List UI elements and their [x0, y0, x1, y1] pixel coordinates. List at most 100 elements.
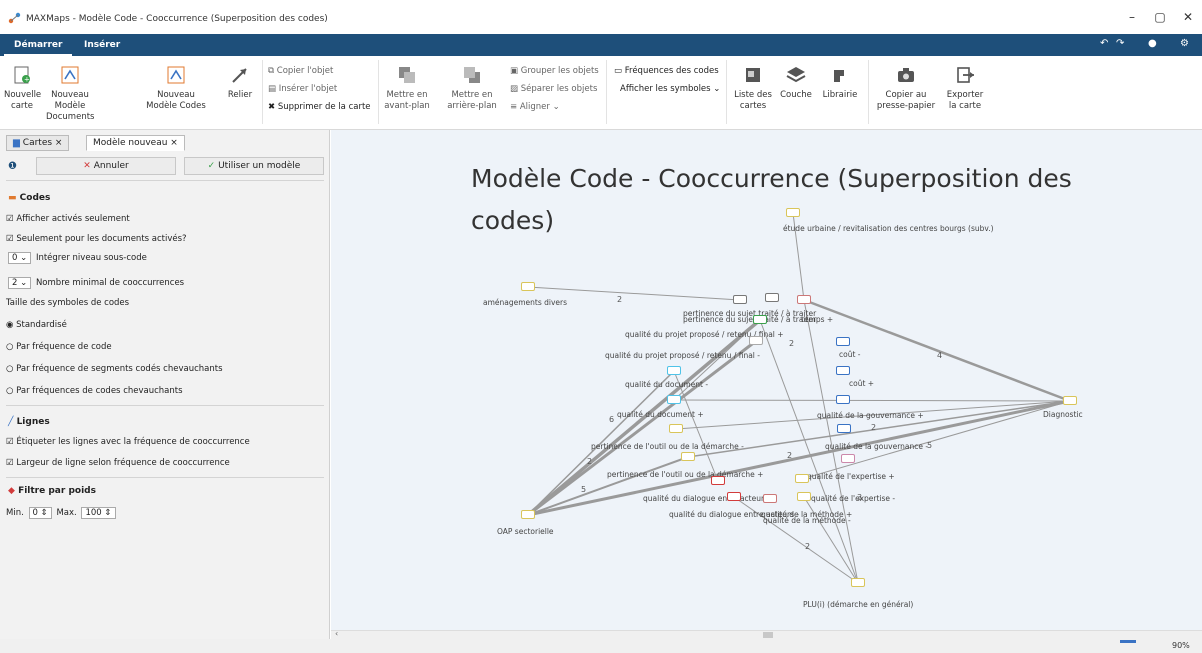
code-node-icon[interactable]	[797, 492, 811, 501]
code-node-icon[interactable]	[836, 395, 850, 404]
copy-clipboard-button[interactable]: Copier au presse-papier	[876, 64, 936, 112]
use-template-button[interactable]: ✓ Utiliser un modèle	[184, 157, 324, 175]
zoom-slider[interactable]	[1120, 640, 1136, 643]
code-frequency-radio[interactable]: ○ Par fréquence de code	[6, 342, 112, 352]
map-list-label: Liste des cartes	[734, 90, 772, 111]
layer-button[interactable]: Couche	[778, 64, 814, 101]
help-icon[interactable]: ●	[1148, 38, 1157, 49]
code-node-label[interactable]: qualité de la gouvernance +	[817, 411, 924, 420]
code-node-icon[interactable]	[786, 208, 800, 217]
close-button[interactable]: ✕	[1180, 10, 1196, 24]
code-node-label[interactable]: qualité de l'expertise -	[811, 494, 895, 503]
minimize-button[interactable]: –	[1124, 10, 1140, 24]
code-node-icon[interactable]	[795, 474, 809, 483]
code-node-label[interactable]: pertinence de l'outil ou de la démarche …	[591, 442, 744, 451]
info-icon[interactable]: ❶	[8, 161, 17, 172]
use-template-label: Utiliser un modèle	[218, 161, 301, 171]
code-node-label[interactable]: coût +	[849, 379, 874, 388]
code-node-icon[interactable]	[836, 366, 850, 375]
export-map-button[interactable]: Exporter la carte	[942, 64, 988, 112]
tab-inserer[interactable]: Insérer	[74, 37, 130, 56]
code-node-label[interactable]: qualité du document +	[617, 410, 704, 419]
min-weight-spinner[interactable]: 0 ⇕	[28, 507, 52, 519]
overlap-segments-radio[interactable]: ○ Par fréquence de segments codés chevau…	[6, 364, 223, 374]
code-node-icon[interactable]	[836, 337, 850, 346]
ungroup-objects-button[interactable]: ▨ Séparer les objets	[510, 84, 597, 94]
library-button[interactable]: Librairie	[818, 64, 862, 101]
code-node-icon[interactable]	[667, 395, 681, 404]
symbol-size-label: Taille des symboles de codes	[6, 298, 130, 308]
code-node-icon[interactable]	[851, 578, 865, 587]
tab-modele-nouveau[interactable]: Modèle nouveau ×	[86, 135, 185, 151]
undo-icon[interactable]: ↶	[1100, 38, 1108, 49]
group-objects-button[interactable]: ▣ Grouper les objets	[510, 66, 599, 76]
code-node-label[interactable]: aménagements divers	[483, 298, 567, 307]
relier-button[interactable]: Relier	[222, 64, 258, 101]
code-node-icon[interactable]	[521, 282, 535, 291]
align-button[interactable]: ≡ Aligner ⌄	[510, 102, 560, 112]
code-node-label[interactable]: Diagnostic	[1043, 410, 1083, 419]
code-node-label[interactable]: qualité du projet proposé / retenu / fin…	[605, 351, 760, 360]
tab-cartes[interactable]: ▆ Cartes ×	[6, 135, 70, 151]
scroll-left-icon[interactable]: ‹	[335, 629, 338, 638]
subcode-level-select[interactable]: 0 ⌄	[8, 252, 32, 264]
code-node-label[interactable]: qualité de la méthode -	[763, 516, 851, 525]
bring-front-button[interactable]: Mettre en avant-plan	[382, 64, 432, 112]
map-canvas[interactable]: Modèle Code - Cooccurrence (Superpositio…	[331, 130, 1202, 630]
send-back-button[interactable]: Mettre en arrière-plan	[446, 64, 498, 112]
code-node-icon[interactable]	[765, 293, 779, 302]
code-node-label[interactable]: OAP sectorielle	[497, 527, 554, 536]
code-node-icon[interactable]	[763, 494, 777, 503]
code-node-icon[interactable]	[669, 424, 683, 433]
code-node-icon[interactable]	[681, 452, 695, 461]
show-symbols-dropdown[interactable]: Afficher les symboles ⌄	[620, 84, 720, 94]
code-node-icon[interactable]	[667, 366, 681, 375]
cancel-button[interactable]: ✕ Annuler	[36, 157, 176, 175]
insert-object-button[interactable]: ▤ Insérer l'objet	[268, 84, 337, 94]
active-only-checkbox[interactable]: ☑ Afficher activés seulement	[6, 214, 130, 224]
code-node-icon[interactable]	[797, 295, 811, 304]
horizontal-scrollbar[interactable]: ‹	[331, 629, 1202, 639]
label-lines-checkbox[interactable]: ☑ Étiqueter les lignes avec la fréquence…	[6, 437, 250, 447]
code-node-label[interactable]: temps +	[801, 315, 833, 324]
remove-from-map-button[interactable]: ✖ Supprimer de la carte	[268, 102, 371, 112]
cooccurrence-edge[interactable]	[527, 339, 757, 517]
code-node-icon[interactable]	[841, 454, 855, 463]
code-node-label[interactable]: coût -	[839, 350, 861, 359]
code-node-icon[interactable]	[753, 315, 767, 324]
map-list-button[interactable]: Liste des cartes	[732, 64, 774, 112]
standardized-radio[interactable]: ◉ Standardisé	[6, 320, 67, 330]
new-code-template-button[interactable]: Nouveau Modèle Codes	[142, 64, 210, 112]
code-node-icon[interactable]	[711, 476, 725, 485]
new-map-button[interactable]: + Nouvelle carte	[4, 64, 41, 112]
tab-demarrer[interactable]: Démarrer	[4, 37, 73, 56]
code-template-icon	[167, 66, 185, 84]
code-node-label[interactable]: PLU(i) (démarche en général)	[803, 600, 913, 609]
active-docs-checkbox[interactable]: ☑ Seulement pour les documents activés?	[6, 234, 187, 244]
code-node-label[interactable]: pertinence du sujet traité / à traiter	[683, 315, 816, 324]
scroll-thumb[interactable]	[763, 632, 773, 638]
code-node-label[interactable]: qualité du dialogue entre acteurs +	[643, 494, 777, 503]
code-node-icon[interactable]	[1063, 396, 1077, 405]
redo-icon[interactable]: ↷	[1116, 38, 1124, 49]
code-node-icon[interactable]	[733, 295, 747, 304]
code-node-icon[interactable]	[521, 510, 535, 519]
code-node-label[interactable]: pertinence de l'outil ou de la démarche …	[607, 470, 763, 479]
settings-icon[interactable]: ⚙	[1180, 38, 1189, 49]
code-node-icon[interactable]	[727, 492, 741, 501]
code-node-label[interactable]: étude urbaine / revitalisation des centr…	[783, 224, 994, 233]
cooccurrence-edge[interactable]	[673, 399, 1071, 402]
min-cooccurrence-select[interactable]: 2 ⌄	[8, 277, 32, 289]
copy-object-button[interactable]: ⧉ Copier l'objet	[268, 66, 333, 76]
code-node-icon[interactable]	[837, 424, 851, 433]
code-node-label[interactable]: qualité de l'expertise +	[807, 472, 895, 481]
code-node-label[interactable]: qualité du document -	[625, 380, 708, 389]
maximize-button[interactable]: ▢	[1152, 10, 1168, 24]
code-node-icon[interactable]	[749, 336, 763, 345]
code-node-label[interactable]: qualité de la gouvernance -	[825, 442, 928, 451]
overlap-codes-radio[interactable]: ○ Par fréquences de codes chevauchants	[6, 386, 183, 396]
max-weight-spinner[interactable]: 100 ⇕	[81, 507, 116, 519]
new-doc-template-button[interactable]: Nouveau Modèle Documents	[46, 64, 94, 123]
code-frequencies-button[interactable]: ▭ Fréquences des codes	[614, 66, 719, 76]
line-width-checkbox[interactable]: ☑ Largeur de ligne selon fréquence de co…	[6, 458, 230, 468]
